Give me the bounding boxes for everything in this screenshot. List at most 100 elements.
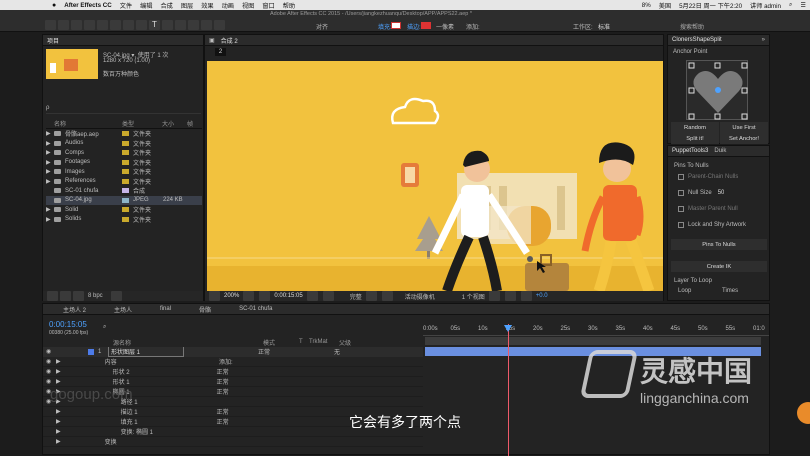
stroke-width[interactable]: 一像素 (436, 22, 454, 31)
label-swatch[interactable] (122, 169, 129, 175)
timeline-tab[interactable]: 骨骼 (199, 305, 211, 314)
random-button[interactable]: Random (671, 122, 719, 133)
duik-tab[interactable]: Duik (714, 148, 726, 154)
expand-arrow-icon[interactable]: ▶ (56, 438, 61, 445)
parent-chain-row[interactable]: Parent-Chain Nulls (678, 172, 738, 182)
pins-to-nulls-button[interactable]: Pins To Nulls (671, 239, 767, 250)
clone-tool-icon[interactable] (175, 20, 186, 30)
selection-tool-icon[interactable] (45, 20, 56, 30)
shape-tool-icon[interactable] (123, 20, 134, 30)
roto-tool-icon[interactable] (201, 20, 212, 30)
timeline-tab[interactable]: 主场人 2 (63, 305, 86, 314)
timeline-tab[interactable]: final (160, 306, 171, 312)
align-label[interactable]: 对齐 (316, 22, 328, 31)
grid-icon[interactable] (243, 291, 255, 301)
project-item[interactable]: SC-01 chufa 合成 (46, 186, 202, 196)
playhead[interactable] (508, 324, 509, 456)
eye-icon[interactable]: ◉ (46, 358, 56, 365)
null-size-input[interactable]: 50 (718, 190, 725, 196)
set-anchor-button[interactable]: Set Anchor! (720, 133, 768, 144)
new-comp-icon[interactable] (73, 291, 84, 301)
property-mode[interactable]: 正常 (217, 367, 277, 376)
zoom-select[interactable]: 200% (224, 293, 239, 299)
property-mode[interactable]: 正常 (217, 377, 277, 386)
label-swatch[interactable] (122, 140, 129, 146)
layer-parent[interactable]: 无 (334, 347, 340, 356)
timeline-tab[interactable]: 主场人 (114, 305, 132, 314)
type-tool-icon[interactable]: T (149, 20, 160, 30)
anchor-grid[interactable] (686, 60, 748, 120)
col-mode[interactable]: 模式 (263, 338, 299, 347)
expand-arrow-icon[interactable]: ▶ (56, 408, 61, 415)
menu-view[interactable]: 视图 (242, 1, 254, 10)
expand-arrow-icon[interactable]: ▶ (46, 178, 54, 185)
exposure-value[interactable]: +0.0 (536, 293, 548, 299)
menu-animation[interactable]: 动画 (222, 1, 234, 10)
menu-effect[interactable]: 效果 (201, 1, 213, 10)
new-folder-icon[interactable] (60, 291, 71, 301)
expand-arrow-icon[interactable]: ▶ (56, 428, 61, 435)
eye-icon[interactable]: ◉ (46, 378, 56, 385)
clock[interactable]: 5月22日 周一 下午2:20 (679, 1, 742, 10)
label-swatch[interactable] (122, 159, 129, 165)
stroke-label[interactable]: 描边: (407, 22, 421, 31)
trash-icon[interactable] (110, 291, 122, 301)
layer-row[interactable]: ◉ 1 形状图层 1 正常 无 (43, 347, 423, 357)
layer-name[interactable]: 形状图层 1 (108, 347, 184, 357)
col-name[interactable]: 名称 (46, 119, 122, 128)
layer-mode[interactable]: 正常 (258, 347, 298, 356)
split-button[interactable]: Split it! (671, 133, 719, 144)
expand-arrow-icon[interactable]: ▶ (56, 378, 61, 385)
times-label[interactable]: Times (722, 288, 738, 294)
use-first-button[interactable]: Use First (720, 122, 768, 133)
property-mode[interactable]: 正常 (217, 407, 277, 416)
workspace-select[interactable]: 标准 (598, 22, 610, 31)
col-trkmat[interactable]: TrkMat (309, 339, 339, 345)
label-swatch[interactable] (122, 150, 129, 156)
property-row[interactable]: ◉ ▶ 内容 (43, 357, 423, 367)
create-ik-button[interactable]: Create IK (671, 261, 767, 272)
timeline-tab[interactable]: SC-01 chufa (239, 306, 272, 312)
interpret-icon[interactable] (47, 291, 58, 301)
work-area-bar[interactable] (425, 337, 761, 345)
project-item[interactable]: ▶ 骨骼aep.aep 文件夹 (46, 129, 202, 139)
expand-arrow-icon[interactable]: ▶ (46, 140, 54, 147)
expand-arrow-icon[interactable]: ▶ (46, 130, 54, 137)
fill-label[interactable]: 填充: (378, 22, 392, 31)
eye-icon[interactable]: ◉ (46, 368, 56, 375)
col-size[interactable]: 大小 (162, 119, 187, 128)
project-item[interactable]: ▶ Audios 文件夹 (46, 139, 202, 149)
apple-icon[interactable]: ● (52, 2, 56, 9)
menu-layer[interactable]: 图层 (181, 1, 193, 10)
stroke-swatch[interactable] (421, 22, 431, 29)
menu-composition[interactable]: 合成 (160, 1, 172, 10)
pan-behind-tool-icon[interactable] (110, 20, 121, 30)
region-icon[interactable] (365, 291, 377, 301)
project-item[interactable]: ▶ Images 文件夹 (46, 167, 202, 177)
resolution-select[interactable]: 完整 (350, 292, 362, 301)
expand-arrow-icon[interactable]: ▶ (56, 358, 61, 365)
project-item[interactable]: ▶ Footages 文件夹 (46, 158, 202, 168)
project-item[interactable]: ▶ Comps 文件夹 (46, 148, 202, 158)
search-layers-icon[interactable]: ⌕ (103, 324, 106, 331)
label-swatch[interactable] (122, 131, 129, 137)
project-item[interactable]: SC-04.jpg JPEG 224 KB (46, 195, 202, 205)
input-source[interactable]: 美国 (659, 1, 671, 10)
project-item[interactable]: ▶ References 文件夹 (46, 177, 202, 187)
expand-arrow-icon[interactable]: ▶ (46, 159, 54, 166)
flowchart-icon[interactable] (520, 291, 532, 301)
label-swatch[interactable] (122, 188, 129, 194)
app-menu[interactable]: After Effects CC (64, 2, 111, 9)
lock-shy-row[interactable]: Lock and Shy Artwork (678, 220, 746, 230)
zoom-tool-icon[interactable] (71, 20, 82, 30)
panel-menu-icon[interactable]: » (762, 37, 765, 43)
puppet-tool-icon[interactable] (214, 20, 225, 30)
menu-help[interactable]: 帮助 (283, 1, 295, 10)
timeline-icon[interactable] (504, 291, 516, 301)
col-frame[interactable]: 帧 (187, 119, 193, 128)
mask-visibility-icon[interactable] (259, 291, 271, 301)
timeline-current-time[interactable]: 0:00:15:05 (49, 320, 87, 329)
label-swatch[interactable] (122, 178, 129, 184)
transparency-grid-icon[interactable] (381, 291, 393, 301)
pen-tool-icon[interactable] (136, 20, 147, 30)
